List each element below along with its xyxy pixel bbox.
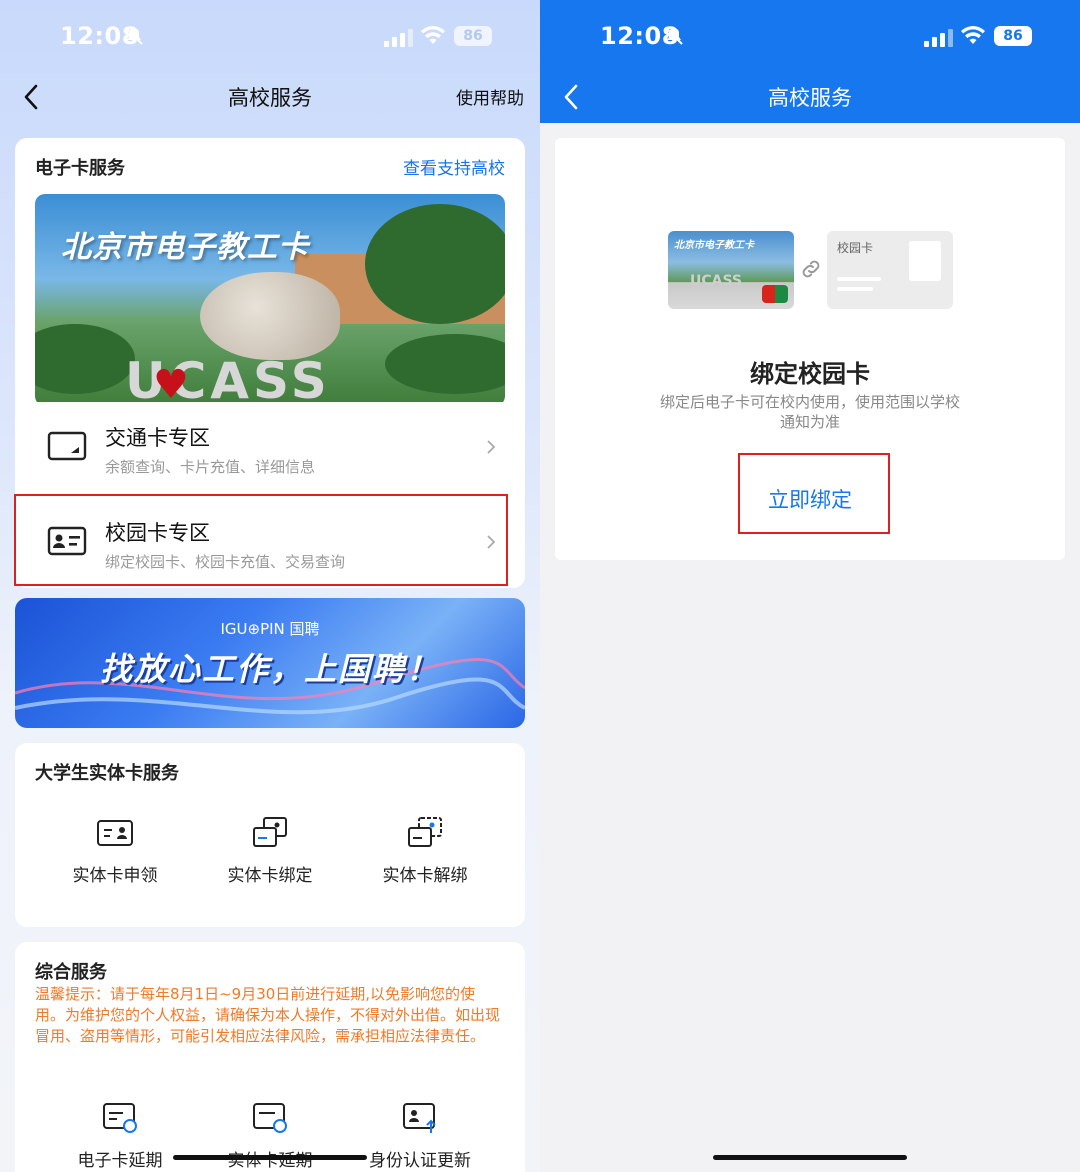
grid-item-label: 实体卡解绑 [382,866,468,886]
grid-item-bind-card[interactable]: 实体卡绑定 [185,815,355,886]
nav-bar: 高校服务 [540,72,1080,122]
signal-icon [924,29,953,47]
battery-level: 86 [994,26,1032,46]
photo-placeholder-icon [909,241,941,281]
banner-tree [365,204,505,324]
banner-bush [385,334,505,394]
status-bar: 12:08 86 [0,0,540,72]
renewal-notice: 温馨提示：请于每年8月1日~9月30日前进行延期,以免影响您的使用。为维护您的个… [35,985,501,1045]
unionpay-logo [762,285,788,303]
nav-bar: 高校服务 使用帮助 [0,72,540,122]
ecard-renew-icon [103,1103,137,1133]
banner-bush [35,324,135,394]
grid-item-identity-update[interactable]: 身份认证更新 [335,1100,505,1171]
bind-title: 绑定校园卡 [750,360,870,388]
right-screen: 12:08 86 高校服务 北京市电子教工卡 UCASS 校园卡 绑定校园卡 绑… [540,0,1080,1172]
bind-description: 绑定后电子卡可在校内使用，使用范围以学校通知为准 [660,393,961,431]
ecard-banner[interactable]: 北京市电子教工卡 UCASS ♥ [35,194,505,406]
menu-item-subtitle: 余额查询、卡片充值、详细信息 [105,458,316,476]
page-title: 高校服务 [768,86,852,110]
grid-item-label: 实体卡绑定 [227,866,313,886]
mute-bell-icon [125,27,143,45]
ecard-thumbnail-text: UCASS [690,273,743,289]
physical-card-service-card: 大学生实体卡服务 实体卡申领 实体卡绑定 实体卡解绑 [15,743,525,927]
campus-card-thumbnail: 校园卡 [827,231,953,309]
highlight-box-campus-card [14,494,508,586]
grid-item-card-renew[interactable]: 实体卡延期 [185,1100,355,1171]
card-renew-icon [253,1103,287,1133]
ecard-service-card: 电子卡服务 查看支持高校 北京市电子教工卡 UCASS ♥ [15,138,525,438]
menu-item-transport-card[interactable]: 交通卡专区 余额查询、卡片充值、详细信息 [15,402,525,492]
help-link[interactable]: 使用帮助 [456,84,524,109]
id-card-icon [97,820,133,846]
wifi-icon [421,26,445,44]
ad-banner[interactable]: IGU⊕PIN 国聘 找放心工作，上国聘！ [15,598,525,728]
home-indicator[interactable] [173,1155,367,1160]
ecard-thumbnail-title: 北京市电子教工卡 [674,240,754,251]
home-indicator[interactable] [713,1155,907,1160]
chevron-right-icon [487,440,496,454]
menu-item-title: 交通卡专区 [105,426,210,450]
card-line [837,287,873,291]
ecard-thumbnail: 北京市电子教工卡 UCASS [668,231,794,309]
grid-item-label: 实体卡申领 [72,866,158,886]
mute-bell-icon [665,27,683,45]
battery-level: 86 [454,26,492,46]
signal-icon [384,29,413,47]
general-section-title: 综合服务 [35,962,107,983]
grid-item-ecard-renew[interactable]: 电子卡延期 [35,1100,205,1171]
supported-schools-link[interactable]: 查看支持高校 [403,154,505,179]
link-icon [802,260,820,278]
card-unbind-icon [408,817,442,847]
grid-item-apply-card[interactable]: 实体卡申领 [30,815,200,886]
ad-slogan: 找放心工作，上国聘！ [99,650,440,688]
grid-item-unbind-card[interactable]: 实体卡解绑 [340,815,510,886]
physical-section-title: 大学生实体卡服务 [35,763,179,784]
wifi-icon [961,26,985,44]
highlight-box-bind-button [738,453,890,534]
ad-logo: IGU⊕PIN 国聘 [220,620,320,638]
transport-card-icon [47,431,87,461]
general-service-card: 综合服务 温馨提示：请于每年8月1日~9月30日前进行延期,以免影响您的使用。为… [15,942,525,1172]
banner-heart: ♥ [153,362,189,406]
ecard-section-title: 电子卡服务 [35,158,125,179]
blue-header: 12:08 86 高校服务 [540,0,1080,123]
banner-title: 北京市电子教工卡 [61,230,309,265]
campus-card-thumbnail-title: 校园卡 [837,241,874,255]
identity-update-icon [403,1103,436,1133]
card-bind-icon [253,817,287,847]
left-screen: 12:08 86 高校服务 使用帮助 电子卡服务 查看支持高校 北京市电子教工卡… [0,0,540,1172]
banner-rock [200,272,340,360]
card-line [837,277,881,281]
